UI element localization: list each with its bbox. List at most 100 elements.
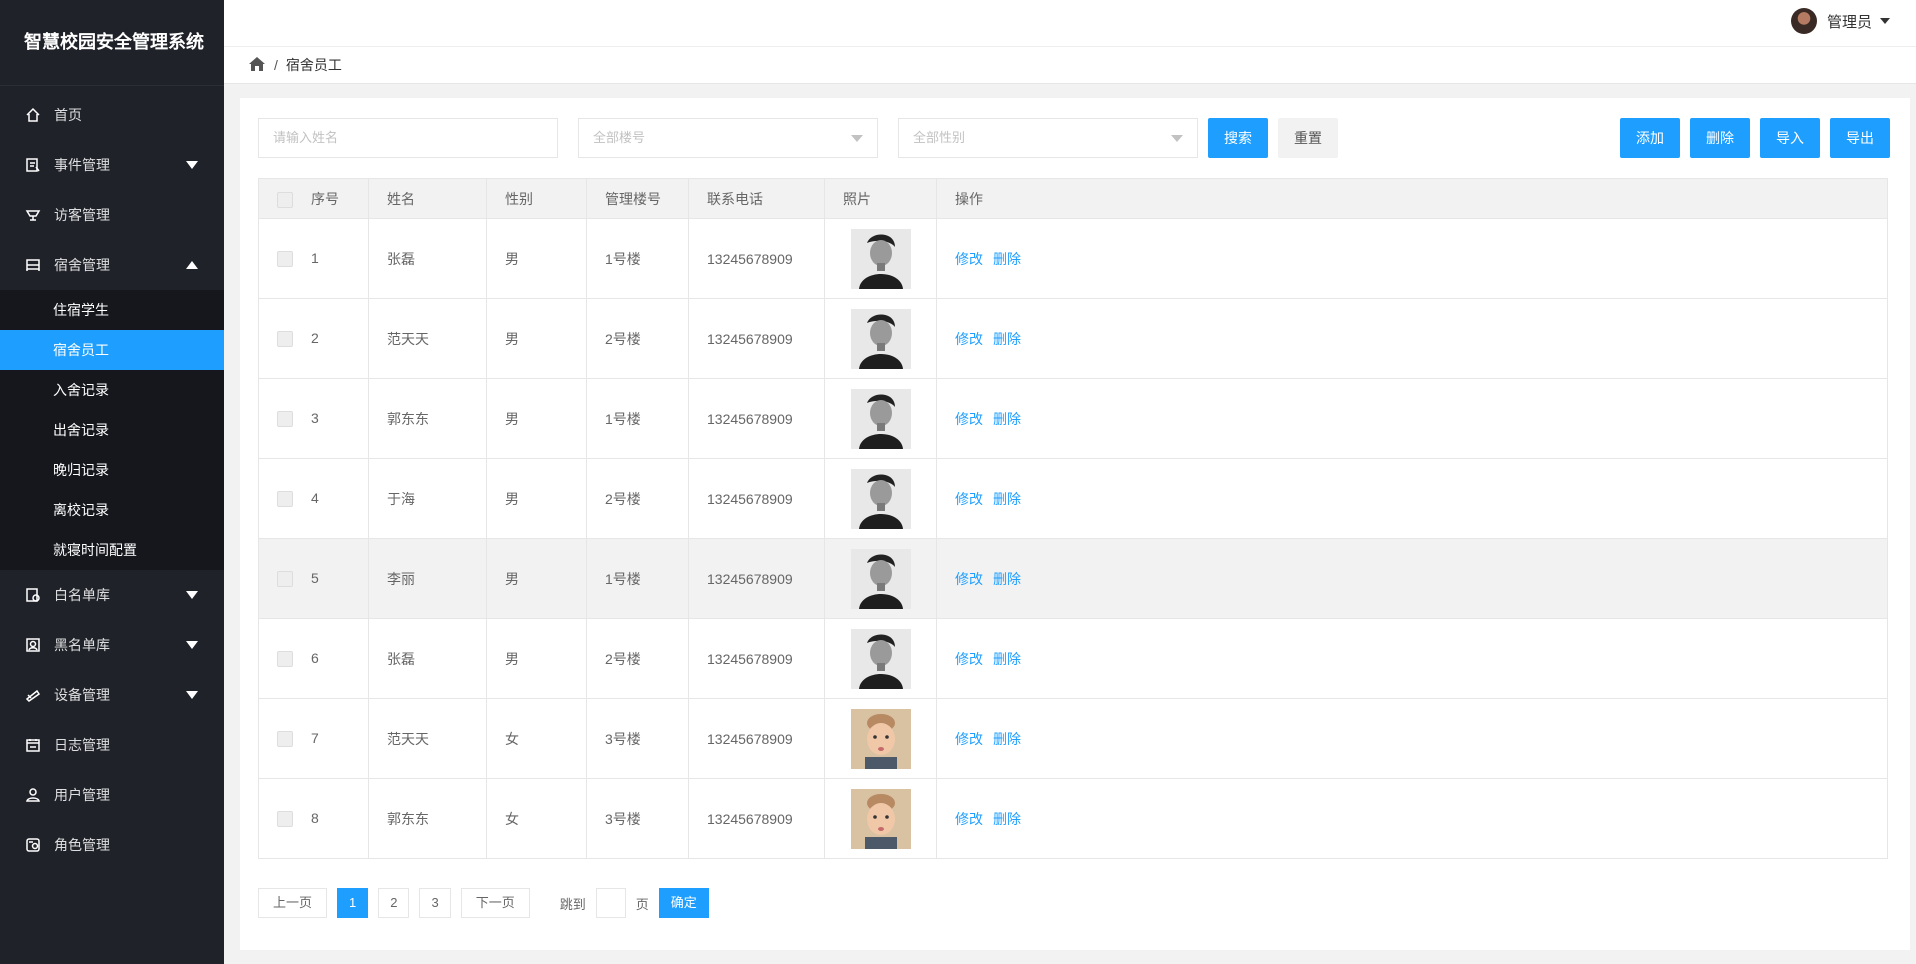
cell-actions: 修改 删除 [936,218,1888,299]
user-name: 管理员 [1826,13,1872,31]
cell-name: 于海 [368,458,487,539]
sidebar-item-users[interactable]: 用户管理 [0,770,224,820]
sidebar-item-roles[interactable]: 角色管理 [0,820,224,870]
blacklist-icon [24,636,42,654]
edit-link[interactable]: 修改 [955,411,983,427]
whitelist-icon [24,586,42,604]
page-button[interactable]: 1 [337,888,369,918]
sidebar-item-events[interactable]: 事件管理 [0,140,224,190]
sidebar-item-label: 事件管理 [54,157,110,173]
building-select[interactable]: 全部楼号 [578,118,878,158]
cell-name: 范天天 [368,298,487,379]
user-icon [24,786,42,804]
sidebar-item-label: 访客管理 [54,207,110,223]
cell-name: 张磊 [368,618,487,699]
sidebar-item-dorm[interactable]: 宿舍管理 [0,240,224,290]
cell-gender: 男 [486,378,587,459]
staff-photo [851,228,911,289]
edit-link[interactable]: 修改 [955,491,983,507]
edit-link[interactable]: 修改 [955,331,983,347]
home-icon[interactable] [248,56,266,75]
staff-photo [851,388,911,449]
cell-gender: 女 [486,698,587,779]
row-checkbox[interactable] [277,811,293,828]
edit-link[interactable]: 修改 [955,811,983,827]
delete-link[interactable]: 删除 [993,251,1021,267]
edit-link[interactable]: 修改 [955,251,983,267]
cell-building: 2号楼 [586,458,689,539]
cell-phone: 13245678909 [688,618,825,699]
submenu-item-late-return[interactable]: 晚归记录 [0,450,224,490]
sidebar-item-devices[interactable]: 设备管理 [0,670,224,720]
delete-link[interactable]: 删除 [993,811,1021,827]
sidebar-item-home[interactable]: 首页 [0,90,224,140]
cell-building: 3号楼 [586,698,689,779]
sidebar-item-whitelist[interactable]: 白名单库 [0,570,224,620]
add-button[interactable]: 添加 [1620,118,1680,158]
reset-button[interactable]: 重置 [1278,118,1338,158]
row-checkbox[interactable] [277,411,293,428]
sidebar-item-visitors[interactable]: 访客管理 [0,190,224,240]
edit-link[interactable]: 修改 [955,571,983,587]
delete-link[interactable]: 删除 [993,491,1021,507]
row-checkbox[interactable] [277,251,293,268]
page-number-input[interactable] [595,888,626,918]
next-page-button[interactable]: 下一页 [460,888,530,918]
cell-photo [824,378,937,459]
name-search-input[interactable]: 请输入姓名 [258,118,558,158]
gender-select[interactable]: 全部性别 [898,118,1198,158]
row-checkbox[interactable] [277,731,293,748]
cell-photo [824,538,937,619]
export-button[interactable]: 导出 [1830,118,1890,158]
row-checkbox[interactable] [277,651,293,668]
row-checkbox[interactable] [277,571,293,588]
page-button[interactable]: 2 [378,888,410,918]
row-checkbox[interactable] [277,491,293,508]
confirm-button[interactable]: 确定 [658,888,709,918]
chevron-down-icon [186,161,198,169]
cell-actions: 修改 删除 [936,778,1888,859]
delete-button[interactable]: 删除 [1690,118,1750,158]
submenu-item-staff[interactable]: 宿舍员工 [0,330,224,370]
user-menu[interactable]: 管理员 [1790,8,1890,34]
select-all-checkbox[interactable] [277,191,293,208]
delete-link[interactable]: 删除 [993,571,1021,587]
row-index: 5 [311,569,319,586]
submenu-item-checkout[interactable]: 出舍记录 [0,410,224,450]
cell-gender: 男 [486,218,587,299]
top-header: 管理员 [224,0,1916,46]
cell-index: 4 [258,458,369,539]
submenu-item-leave-school[interactable]: 离校记录 [0,490,224,530]
prev-page-button[interactable]: 上一页 [258,888,328,918]
cell-gender: 男 [486,618,587,699]
submenu-item-checkin[interactable]: 入舍记录 [0,370,224,410]
main-card: 请输入姓名 全部楼号 全部性别 搜索 重置 添加 删除 导入 导出 序号 姓名 … [240,98,1910,950]
cell-name: 张磊 [368,218,487,299]
delete-link[interactable]: 删除 [993,731,1021,747]
delete-link[interactable]: 删除 [993,651,1021,667]
import-button[interactable]: 导入 [1760,118,1820,158]
search-button[interactable]: 搜索 [1208,118,1268,158]
submenu-item-students[interactable]: 住宿学生 [0,290,224,330]
edit-link[interactable]: 修改 [955,651,983,667]
cell-gender: 男 [486,298,587,379]
dorm-icon [24,256,42,274]
cell-phone: 13245678909 [688,538,825,619]
page-button[interactable]: 3 [419,888,451,918]
header-name: 姓名 [368,178,487,219]
breadcrumb: / 宿舍员工 [224,46,1916,84]
row-checkbox[interactable] [277,331,293,348]
table-row: 4 于海男 2号楼 13245678909 修改 删除 [258,458,1888,539]
edit-link[interactable]: 修改 [955,731,983,747]
delete-link[interactable]: 删除 [993,411,1021,427]
cell-phone: 13245678909 [688,778,825,859]
pagination: 上一页 1 2 3 下一页 跳到 页 确定 [258,888,709,918]
cell-building: 3号楼 [586,778,689,859]
submenu-item-bedtime-config[interactable]: 就寝时间配置 [0,530,224,570]
sidebar-item-label: 首页 [54,107,82,123]
sidebar-item-logs[interactable]: 日志管理 [0,720,224,770]
delete-link[interactable]: 删除 [993,331,1021,347]
header-actions: 操作 [936,178,1888,219]
cell-name: 郭东东 [368,378,487,459]
sidebar-item-blacklist[interactable]: 黑名单库 [0,620,224,670]
